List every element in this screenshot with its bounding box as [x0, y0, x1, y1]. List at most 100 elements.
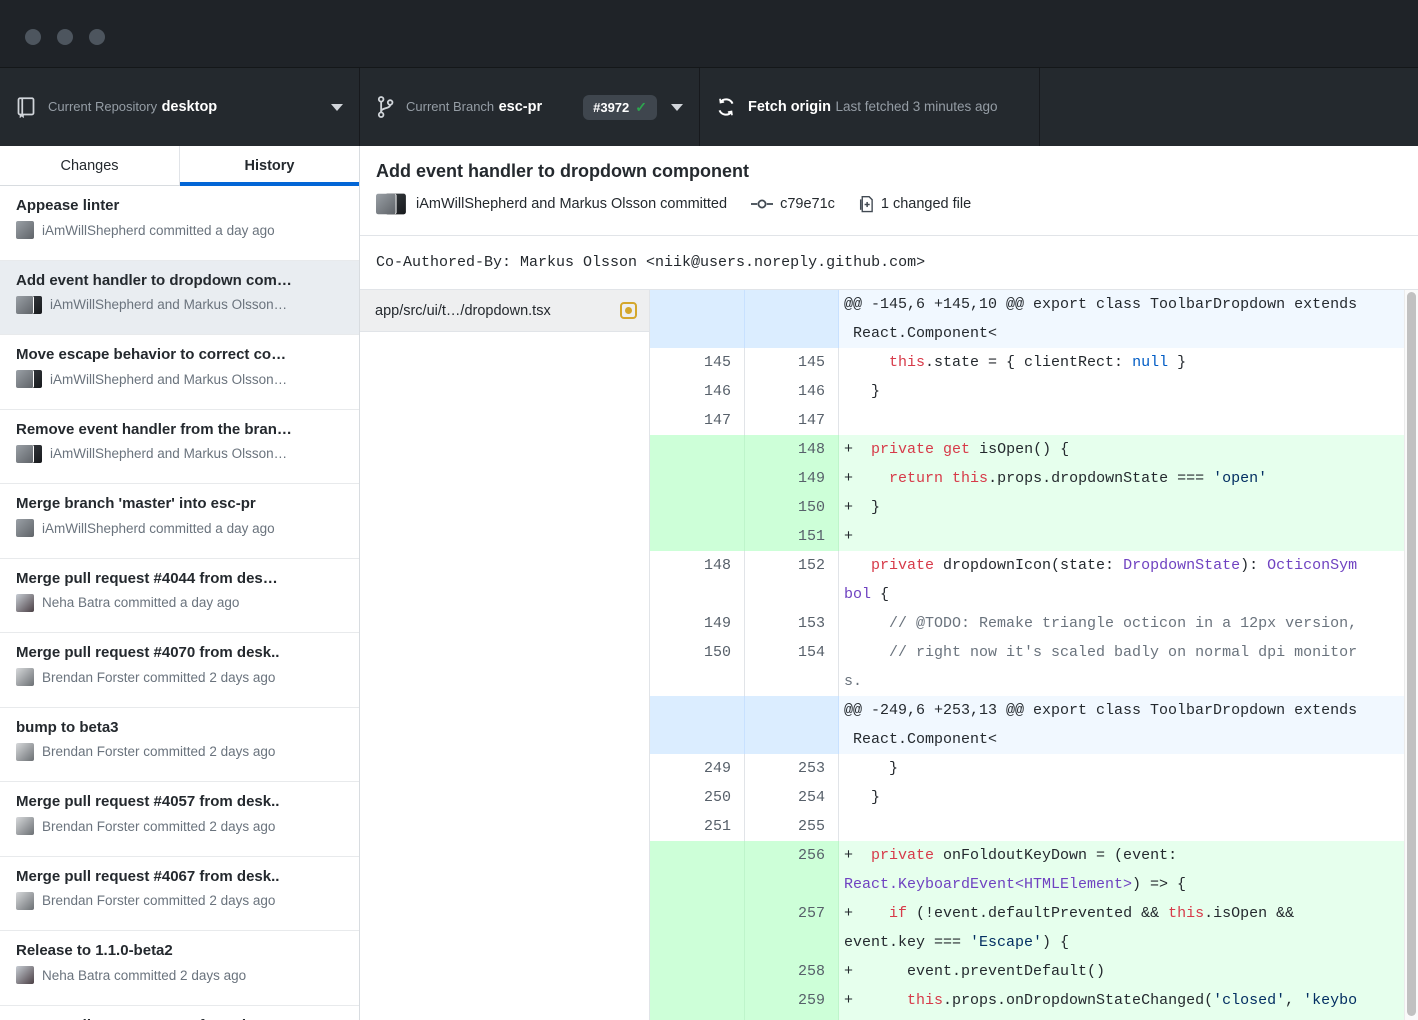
old-line-number: 249: [650, 754, 744, 783]
commit-item-title: Remove event handler from the bran…: [16, 421, 343, 438]
new-line-number: 257: [744, 899, 838, 957]
commit-item-meta: Brendan Forster committed 2 days ago: [16, 892, 343, 910]
author-avatar: [16, 445, 42, 463]
diff-code-line: + return this.props.dropdownState === 'o…: [838, 464, 1404, 493]
author-avatar: [16, 370, 42, 388]
commit-header: Add event handler to dropdown component …: [360, 146, 1418, 236]
commit-item-meta: iAmWillShepherd and Markus Olsson…: [16, 296, 343, 314]
diff-row: 145 145 this.state = { clientRect: null …: [650, 348, 1404, 377]
commit-item-title: Merge pull request #4044 from des…: [16, 570, 343, 587]
commit-list-item[interactable]: Merge pull request #4044 from des… Neha …: [0, 559, 359, 634]
diff-scrollbar-thumb[interactable]: [1407, 292, 1416, 1016]
git-branch-icon: [376, 95, 394, 119]
new-line-number: 146: [744, 377, 838, 406]
old-line-number: [650, 841, 744, 899]
diff-row: 150 154 // right now it's scaled badly o…: [650, 638, 1404, 696]
new-line-number: [744, 290, 838, 348]
commit-authors-text: iAmWillShepherd and Markus Olsson commit…: [416, 196, 727, 212]
modified-status-icon: [620, 302, 637, 319]
author-avatar: [16, 817, 34, 835]
diff-row: 148 + private get isOpen() {: [650, 435, 1404, 464]
commit-detail-pane: Add event handler to dropdown component …: [360, 146, 1418, 1020]
author-avatar: [16, 668, 34, 686]
new-line-number: 154: [744, 638, 838, 696]
toolbar: Current Repository desktop Current Branc…: [0, 68, 1418, 146]
commit-item-title: Release to 1.1.0-beta2: [16, 942, 343, 959]
commit-list-item[interactable]: Merge pull request #4067 from desk.. Bre…: [0, 857, 359, 932]
commit-description: Co-Authored-By: Markus Olsson <niik@user…: [360, 236, 1418, 290]
file-diff-icon: [859, 196, 874, 213]
fetch-origin-button[interactable]: Fetch origin Last fetched 3 minutes ago: [700, 68, 1040, 146]
diff-row: 148 152 private dropdownIcon(state: Drop…: [650, 551, 1404, 609]
commit-list-item[interactable]: Remove event handler from the bran… iAmW…: [0, 410, 359, 485]
file-row[interactable]: app/src/ui/t…/dropdown.tsx: [360, 290, 649, 332]
diff-code-line: @@ -145,6 +145,10 @@ export class Toolba…: [838, 290, 1404, 348]
changes-history-tabs: Changes History: [0, 146, 359, 186]
commit-list-item[interactable]: bump to beta3 Brendan Forster committed …: [0, 708, 359, 783]
tab-history[interactable]: History: [179, 146, 359, 185]
diff-code-line: }: [838, 783, 1404, 812]
new-line-number: 255: [744, 812, 838, 841]
diff-row: 256 + private onFoldoutKeyDown = (event:…: [650, 841, 1404, 899]
close-window-button[interactable]: [25, 29, 41, 45]
repository-picker[interactable]: Current Repository desktop: [0, 68, 360, 146]
branch-picker[interactable]: Current Branch esc-pr #3972 ✓: [360, 68, 700, 146]
commit-item-title: Merge pull request #4067 from desk..: [16, 868, 343, 885]
commit-list-item[interactable]: Add event handler to dropdown com… iAmWi…: [0, 261, 359, 336]
commit-item-meta: Brendan Forster committed 2 days ago: [16, 817, 343, 835]
new-line-number: 254: [744, 783, 838, 812]
tab-changes[interactable]: Changes: [0, 146, 179, 185]
commit-item-meta: Brendan Forster committed 2 days ago: [16, 668, 343, 686]
diff-row: 257 + if (!event.defaultPrevented && thi…: [650, 899, 1404, 957]
diff-code-line: + if (!event.defaultPrevented && this.is…: [838, 899, 1404, 957]
pull-request-number: #3972: [593, 100, 629, 115]
commit-sha: c79e71c: [780, 196, 835, 212]
old-line-number: [650, 696, 744, 754]
diff-code-line: }: [838, 377, 1404, 406]
new-line-number: 258: [744, 957, 838, 986]
commit-list-item[interactable]: Merge pull request #4070 from desk.. Bre…: [0, 633, 359, 708]
new-line-number: 148: [744, 435, 838, 464]
commit-list-item[interactable]: Move escape behavior to correct co… iAmW…: [0, 335, 359, 410]
diff-code-line: private dropdownIcon(state: DropdownStat…: [838, 551, 1404, 609]
zoom-window-button[interactable]: [89, 29, 105, 45]
commit-list-item[interactable]: Merge pull request #4057 from desk.. Bre…: [0, 782, 359, 857]
old-line-number: [650, 493, 744, 522]
old-line-number: 148: [650, 551, 744, 609]
old-line-number: [650, 290, 744, 348]
changed-files-count: 1 changed file: [881, 196, 971, 212]
chevron-down-icon: [331, 104, 343, 111]
commit-list: Appease linter iAmWillShepherd committed…: [0, 186, 359, 1020]
minimize-window-button[interactable]: [57, 29, 73, 45]
commit-list-item[interactable]: Merge pull request #4059 from des… Neha …: [0, 1006, 359, 1020]
commit-item-meta: Neha Batra committed a day ago: [16, 594, 343, 612]
new-line-number: [744, 696, 838, 754]
commit-list-item[interactable]: Release to 1.1.0-beta2 Neha Batra commit…: [0, 931, 359, 1006]
commit-item-meta: Brendan Forster committed 2 days ago: [16, 743, 343, 761]
branch-picker-label: Current Branch: [406, 99, 494, 114]
diff-row: 149 + return this.props.dropdownState ==…: [650, 464, 1404, 493]
diff-code-line: +: [838, 522, 1404, 551]
chevron-down-icon: [671, 104, 683, 111]
commit-sha-group: c79e71c: [751, 196, 835, 212]
commit-item-title: Merge pull request #4070 from desk..: [16, 644, 343, 661]
commit-title: Add event handler to dropdown component: [376, 161, 1402, 182]
commit-item-meta: iAmWillShepherd committed a day ago: [16, 221, 343, 239]
diff-code-line: + this.props.onDropdownStateChanged('clo…: [838, 986, 1404, 1020]
commit-item-meta: iAmWillShepherd and Markus Olsson…: [16, 370, 343, 388]
old-line-number: [650, 899, 744, 957]
pull-request-badge[interactable]: #3972 ✓: [583, 95, 657, 120]
diff-row: 150 + }: [650, 493, 1404, 522]
old-line-number: 150: [650, 638, 744, 696]
diff-row: 251 255: [650, 812, 1404, 841]
sync-icon: [716, 97, 736, 117]
old-line-number: [650, 464, 744, 493]
author-avatar: [16, 743, 34, 761]
diff-content: @@ -145,6 +145,10 @@ export class Toolba…: [650, 290, 1404, 1020]
commit-list-item[interactable]: Merge branch 'master' into esc-pr iAmWil…: [0, 484, 359, 559]
repository-picker-label: Current Repository: [48, 99, 157, 114]
diff-scrollbar[interactable]: [1404, 290, 1418, 1020]
diff-row: 259 + this.props.onDropdownStateChanged(…: [650, 986, 1404, 1020]
old-line-number: [650, 957, 744, 986]
commit-list-item[interactable]: Appease linter iAmWillShepherd committed…: [0, 186, 359, 261]
